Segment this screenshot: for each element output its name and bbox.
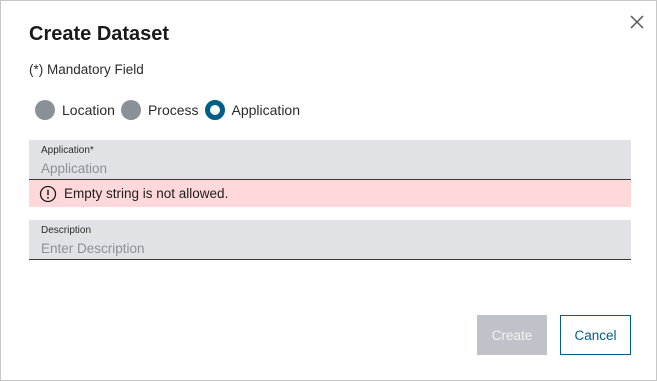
close-button[interactable]: [628, 13, 646, 31]
dataset-type-radio-group: Location Process Application: [35, 99, 306, 121]
radio-button[interactable]: [120, 100, 141, 120]
close-icon: [630, 15, 644, 29]
create-button[interactable]: Create: [477, 315, 547, 355]
description-field: Description: [29, 220, 631, 260]
application-field: Application*: [29, 140, 631, 180]
radio-button-selected[interactable]: [204, 100, 225, 120]
cancel-button[interactable]: Cancel: [560, 315, 631, 355]
radio-label: Application: [231, 102, 301, 118]
radio-label: Location: [62, 102, 115, 118]
mandatory-note: (*) Mandatory Field: [29, 62, 144, 77]
create-dataset-dialog: Create Dataset (*) Mandatory Field Locat…: [0, 0, 657, 381]
error-circle-icon: [39, 185, 57, 202]
radio-option-application[interactable]: Application: [204, 100, 301, 120]
application-field-label: Application*: [41, 145, 94, 156]
description-input[interactable]: [41, 239, 611, 257]
application-error-message: Empty string is not allowed.: [29, 180, 631, 207]
description-field-label: Description: [41, 225, 92, 236]
application-input[interactable]: [41, 159, 611, 177]
radio-option-process[interactable]: Process: [120, 100, 199, 120]
error-text: Empty string is not allowed.: [64, 185, 229, 201]
radio-option-location[interactable]: Location: [35, 100, 115, 120]
radio-label: Process: [147, 102, 199, 118]
dialog-title: Create Dataset: [29, 23, 170, 45]
radio-button[interactable]: [35, 100, 55, 120]
